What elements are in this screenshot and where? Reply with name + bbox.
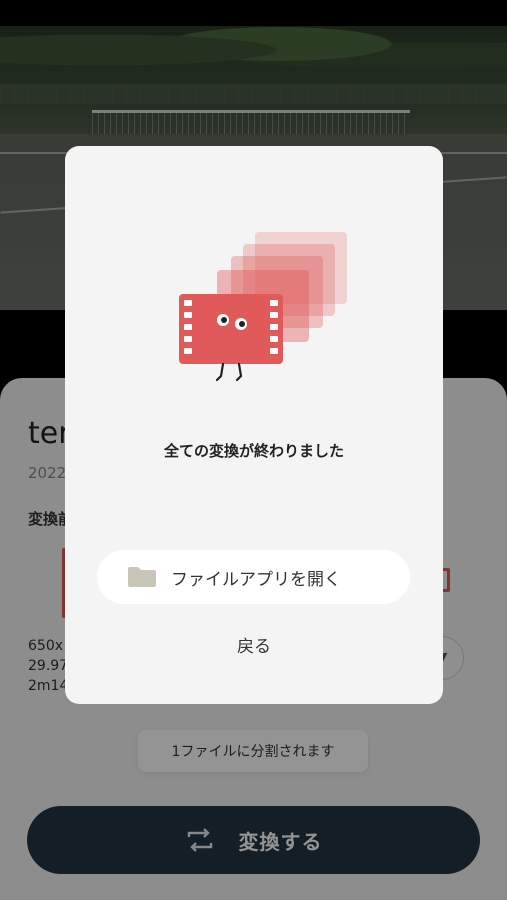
completion-message: 全ての変換が終わりました xyxy=(163,442,344,460)
film-mascot-illustration xyxy=(179,232,347,382)
open-files-app-button[interactable]: ファイルアプリを開く xyxy=(97,550,410,604)
folder-icon xyxy=(128,567,156,587)
open-files-label: ファイルアプリを開く xyxy=(171,569,341,590)
completion-dialog: 全ての変換が終わりました ファイルアプリを開く 戻る xyxy=(65,146,443,704)
back-button[interactable]: 戻る xyxy=(65,632,443,657)
